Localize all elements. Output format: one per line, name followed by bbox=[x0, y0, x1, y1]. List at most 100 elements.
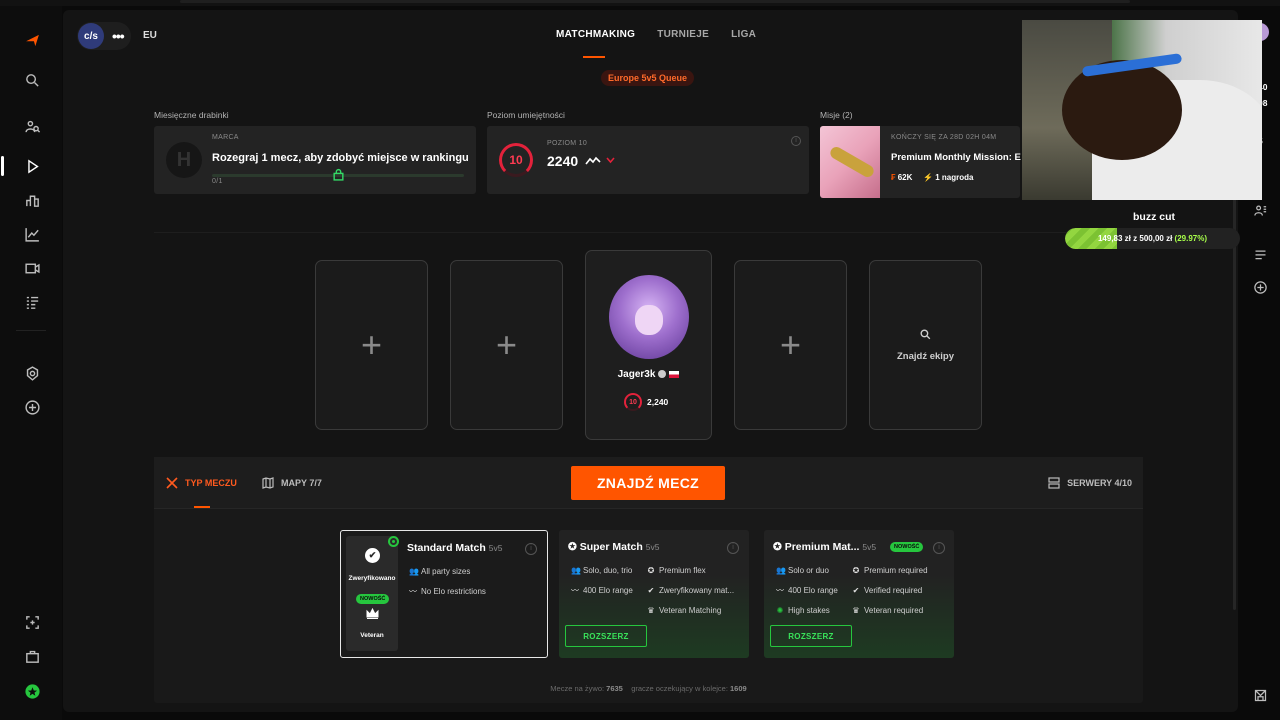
find-players-icon[interactable] bbox=[20, 114, 44, 138]
party-slot-1[interactable]: + bbox=[315, 260, 428, 430]
add-friend-icon[interactable] bbox=[1250, 277, 1270, 297]
missions-card[interactable]: KOŃCZY SIĘ ZA 28D 02H 04M Premium Monthl… bbox=[820, 126, 1021, 198]
party-slot-2[interactable]: + bbox=[450, 260, 563, 430]
video-icon[interactable] bbox=[20, 256, 44, 280]
servers-label: SERWERY 4/10 bbox=[1067, 478, 1132, 488]
feature: 👥 Solo or duo bbox=[776, 565, 829, 575]
party-icon: 👥 bbox=[409, 566, 419, 576]
add-icon[interactable] bbox=[20, 395, 44, 419]
sub-goal-title: buzz cut bbox=[1133, 211, 1175, 223]
mission-points-wrap: ₣ 62K bbox=[891, 173, 912, 182]
ladder-icon: H bbox=[166, 142, 202, 178]
premium-icon[interactable] bbox=[20, 679, 44, 703]
plus-icon: + bbox=[779, 324, 802, 365]
elo-trend-icon bbox=[585, 156, 601, 165]
verified-icon: ✔ bbox=[852, 585, 860, 595]
region-label[interactable]: EU bbox=[143, 30, 157, 41]
player-card[interactable]: Jager3k 10 2,240 bbox=[585, 250, 712, 440]
feature: 👥 Solo, duo, trio bbox=[571, 565, 633, 575]
tab-turnieje[interactable]: TURNIEJE bbox=[657, 29, 709, 40]
org-switcher[interactable]: c/s ••• bbox=[77, 22, 131, 50]
find-team-label: Znajdź ekipy bbox=[896, 351, 954, 362]
mission-thumbnail bbox=[820, 126, 880, 198]
club-icon[interactable] bbox=[20, 361, 44, 385]
skill-card[interactable]: 10 POZIOM 10 2240 i bbox=[487, 126, 809, 194]
player-name: Jager3k bbox=[617, 369, 656, 380]
mode-title: ✪ Super Match 5v5 bbox=[568, 541, 660, 553]
verified-icon: ✔ bbox=[647, 585, 655, 595]
party-slot-4[interactable]: + bbox=[734, 260, 847, 430]
tab-matchmaking[interactable]: MATCHMAKING bbox=[556, 29, 635, 58]
mode-title: ✪ Premium Mat... 5v5 bbox=[773, 541, 877, 553]
find-team-slot[interactable]: Znajdź ekipy bbox=[869, 260, 982, 430]
player-name-row: Jager3k bbox=[586, 369, 711, 380]
friends-icon[interactable] bbox=[1250, 200, 1270, 220]
verified-label: Zweryfikowano bbox=[348, 575, 396, 582]
lock-icon bbox=[333, 168, 344, 181]
mode-super-match[interactable]: ✪ Super Match 5v5 i 👥 Solo, duo, trio ✪ Pre… bbox=[559, 530, 749, 658]
faceit-logo-icon[interactable] bbox=[20, 28, 44, 52]
expand-button[interactable]: ROZSZERZ bbox=[565, 625, 647, 647]
match-bar: TYP MECZU MAPY 7/7 ZNAJDŹ MECZ SERWERY 4… bbox=[154, 457, 1143, 509]
feature: ♛ Veteran required bbox=[852, 605, 924, 615]
chevron-down-icon[interactable] bbox=[606, 157, 615, 164]
expand-button[interactable]: ROZSZERZ bbox=[770, 625, 852, 647]
list-icon[interactable] bbox=[20, 290, 44, 314]
party-list-icon[interactable] bbox=[1250, 245, 1270, 265]
player-elo: 10 2,240 bbox=[624, 393, 668, 411]
queue-badge[interactable]: Europe 5v5 Queue bbox=[601, 70, 695, 86]
ladder-progress-text: 0/1 bbox=[212, 178, 223, 185]
feature: ✪ Premium required bbox=[852, 565, 928, 575]
sub-goal-bar: 149,83 zł z 500,00 zł (29.97%) bbox=[1065, 228, 1240, 249]
anticheat-icon[interactable] bbox=[1250, 685, 1270, 705]
feature-elo: 〰 No Elo restrictions bbox=[409, 586, 486, 596]
mode-standard-match[interactable]: ✔ Zweryfikowano NOWOŚĆ Veteran Standard … bbox=[340, 530, 548, 658]
crossed-swords-icon bbox=[166, 477, 178, 489]
plus-icon: + bbox=[495, 324, 518, 365]
info-icon[interactable]: i bbox=[727, 542, 739, 554]
shop-icon[interactable] bbox=[20, 644, 44, 668]
ladder-card[interactable]: H MARCA Rozegraj 1 mecz, aby zdobyć miej… bbox=[154, 126, 476, 194]
info-icon[interactable]: i bbox=[933, 542, 945, 554]
screenshot-icon[interactable] bbox=[20, 610, 44, 634]
info-icon[interactable]: i bbox=[525, 543, 537, 555]
veteran-label: Veteran bbox=[360, 632, 384, 639]
player-elo-value: 2,240 bbox=[647, 397, 669, 407]
premium-icon: ✪ bbox=[647, 565, 655, 575]
sub-goal-text: 149,83 zł z 500,00 zł (29.97%) bbox=[1097, 234, 1207, 243]
section-divider bbox=[154, 232, 1144, 233]
tab-match-type[interactable]: TYP MECZU bbox=[166, 477, 237, 489]
premium-icon: ✪ bbox=[852, 565, 860, 575]
map-icon bbox=[262, 477, 274, 489]
elo-icon: 〰 bbox=[776, 585, 784, 595]
tab-maps[interactable]: MAPY 7/7 bbox=[262, 477, 322, 489]
elo-value: 2240 bbox=[547, 153, 579, 169]
webcam-overlay bbox=[1022, 20, 1262, 200]
ranking-icon[interactable] bbox=[20, 188, 44, 212]
match-type-label: TYP MECZU bbox=[185, 478, 237, 488]
mode-premium-match[interactable]: ✪ Premium Mat... 5v5 NOWOŚĆ i 👥 Solo or du… bbox=[764, 530, 954, 658]
tab-liga[interactable]: LIGA bbox=[731, 29, 756, 40]
search-icon[interactable] bbox=[20, 68, 44, 92]
more-icon[interactable]: ••• bbox=[112, 28, 125, 44]
stats-icon[interactable] bbox=[20, 222, 44, 246]
find-match-button[interactable]: ZNAJDŹ MECZ bbox=[571, 466, 725, 500]
feature: ✔ Verified required bbox=[852, 585, 923, 595]
verified-icon bbox=[658, 370, 667, 379]
reward-icon: ⚡ bbox=[923, 173, 933, 182]
info-icon[interactable]: i bbox=[791, 136, 801, 146]
flag-icon bbox=[669, 370, 680, 378]
feature: 〰 400 Elo range bbox=[776, 585, 838, 595]
ladder-month: MARCA bbox=[212, 134, 239, 141]
party-icon: 👥 bbox=[776, 565, 786, 575]
ladder-text: Rozegraj 1 mecz, aby zdobyć miejsce w ra… bbox=[212, 152, 469, 164]
elo-icon: 〰 bbox=[409, 586, 417, 596]
feature: 〰 400 Elo range bbox=[571, 585, 633, 595]
feature: ✺ High stakes bbox=[776, 605, 830, 615]
tab-servers[interactable]: SERWERY 4/10 bbox=[1048, 477, 1132, 489]
play-icon[interactable] bbox=[20, 154, 44, 178]
level-badge: 10 bbox=[499, 143, 533, 177]
missions-section-label: Misje (2) bbox=[820, 110, 853, 120]
browser-top-strip bbox=[0, 0, 1280, 6]
mode-title: Standard Match 5v5 bbox=[407, 542, 503, 554]
